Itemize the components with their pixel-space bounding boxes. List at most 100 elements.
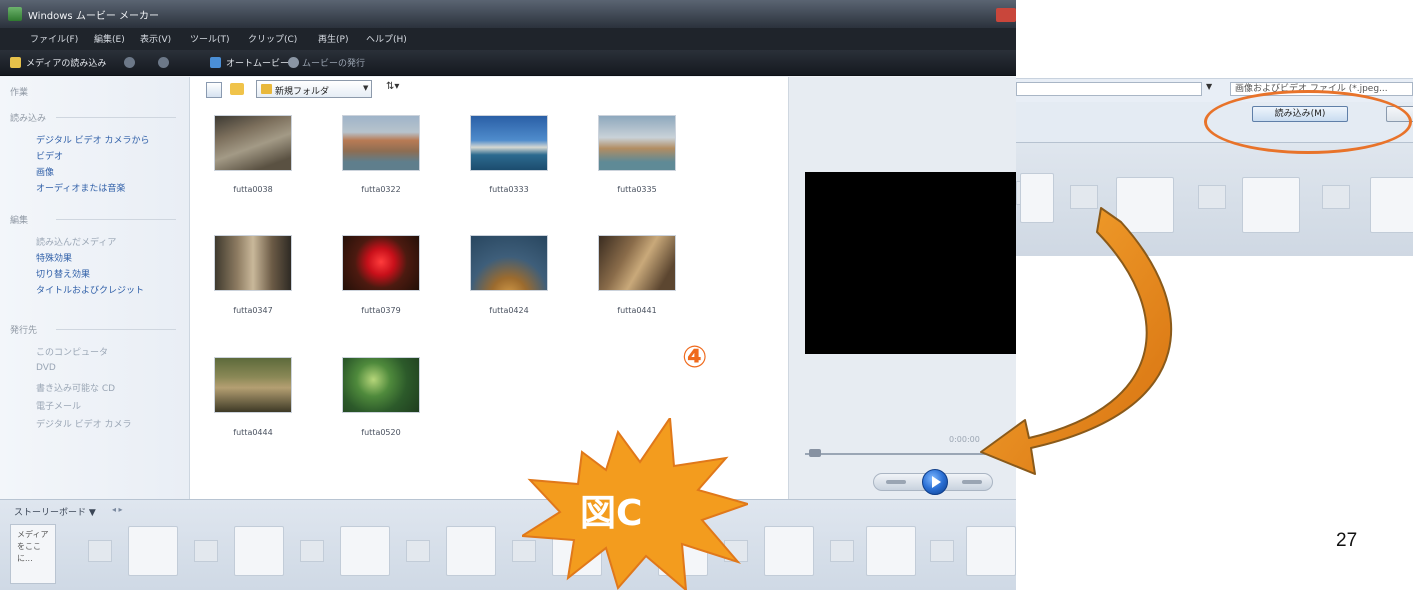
transition-slot[interactable] [88, 540, 112, 562]
tasks-header: 作業 [10, 88, 29, 98]
view-toggle-button[interactable] [206, 82, 222, 98]
sort-icon[interactable]: ⇅▾ [386, 81, 399, 92]
window-title: Windows ムービー メーカー [28, 11, 159, 22]
menu-clip[interactable]: クリップ(C) [248, 32, 297, 45]
folder-icon [261, 84, 272, 94]
media-thumbnail[interactable] [470, 115, 548, 171]
edit-section-title: 編集 [10, 216, 29, 226]
previous-frame-button[interactable] [886, 480, 906, 484]
tasks-pane: 作業 読み込み デジタル ビデオ カメラから ビデオ 画像 オーディオまたは音楽… [0, 77, 190, 499]
figure-label: 図C [580, 493, 643, 534]
menu-file[interactable]: ファイル(F) [30, 32, 78, 45]
transition-slot[interactable] [406, 540, 430, 562]
media-thumbnail[interactable] [598, 115, 676, 171]
media-thumbnail[interactable] [214, 115, 292, 171]
close-icon[interactable] [996, 8, 1016, 22]
media-thumbnail[interactable] [598, 235, 676, 291]
folder-select[interactable]: 新規フォルダ ▼ [256, 80, 372, 98]
menu-help[interactable]: ヘルプ(H) [366, 32, 407, 45]
divider [56, 219, 176, 220]
storyboard-slot[interactable] [1370, 177, 1413, 233]
task-link-cd[interactable]: 書き込み可能な CD [36, 381, 115, 394]
storyboard: ストーリーボード ▼ ◂ ▸ メディアをここに... [0, 499, 1016, 590]
storyboard-slot[interactable] [128, 526, 178, 576]
menu-tools[interactable]: ツール(T) [190, 32, 230, 45]
transition-slot[interactable] [300, 540, 324, 562]
curved-arrow [980, 207, 1173, 475]
menu-view[interactable]: 表示(V) [140, 32, 171, 45]
task-link-imported-media[interactable]: 読み込んだメディア [36, 235, 116, 248]
folder-select-label: 新規フォルダ [275, 87, 330, 97]
media-label: futta0347 [233, 306, 273, 315]
step-number: ④ [682, 340, 708, 375]
media-thumbnail[interactable] [470, 235, 548, 291]
chevron-down-icon: ▼ [363, 84, 369, 92]
menu-bar: ファイル(F) 編集(E) 表示(V) ツール(T) クリップ(C) 再生(P)… [0, 28, 1016, 50]
page-number: 27 [1336, 530, 1358, 551]
publish-movie-button[interactable]: ムービーの発行 [302, 56, 365, 69]
storyboard-slot[interactable] [866, 526, 916, 576]
auto-movie-button[interactable]: オートムービー [226, 56, 289, 69]
media-drop-zone[interactable]: メディアをここに... [10, 524, 56, 584]
storyboard-slot[interactable] [234, 526, 284, 576]
publish-icon [288, 57, 299, 68]
transition-slot[interactable] [1322, 185, 1350, 209]
publish-section-title: 発行先 [10, 326, 38, 336]
auto-movie-icon [210, 57, 221, 68]
highlight-oval [1204, 90, 1412, 154]
chevron-down-icon[interactable]: ▼ [1206, 82, 1212, 91]
media-thumbnail[interactable] [342, 115, 420, 171]
task-link-transitions[interactable]: 切り替え効果 [36, 267, 90, 280]
movie-maker-window: Windows ムービー メーカー ファイル(F) 編集(E) 表示(V) ツー… [0, 0, 1016, 590]
media-label: futta0520 [361, 428, 401, 437]
menu-edit[interactable]: 編集(E) [94, 32, 125, 45]
divider [56, 117, 176, 118]
media-label: futta0335 [617, 185, 657, 194]
play-icon [932, 476, 941, 488]
task-link-dv-camera-out[interactable]: デジタル ビデオ カメラ [36, 417, 132, 430]
task-link-images[interactable]: 画像 [36, 165, 54, 178]
play-button[interactable] [922, 469, 948, 495]
media-label: futta0424 [489, 306, 529, 315]
task-link-video[interactable]: ビデオ [36, 149, 63, 162]
import-media-button[interactable]: メディアの読み込み [26, 56, 106, 69]
storyboard-slot[interactable] [340, 526, 390, 576]
media-thumbnail[interactable] [342, 357, 420, 413]
task-link-effects[interactable]: 特殊効果 [36, 251, 72, 264]
app-icon [8, 7, 22, 21]
media-label: futta0322 [361, 185, 401, 194]
media-label: futta0038 [233, 185, 273, 194]
title-bar: Windows ムービー メーカー [0, 0, 1016, 28]
media-label: futta0333 [489, 185, 529, 194]
media-label: futta0379 [361, 306, 401, 315]
task-link-email[interactable]: 電子メール [36, 399, 81, 412]
redo-icon[interactable] [158, 57, 169, 68]
task-link-this-computer[interactable]: このコンピュータ [36, 345, 108, 358]
media-thumbnail[interactable] [342, 235, 420, 291]
transition-slot[interactable] [930, 540, 954, 562]
storyboard-slot[interactable] [764, 526, 814, 576]
storyboard-slot[interactable] [1242, 177, 1300, 233]
media-thumbnail[interactable] [214, 235, 292, 291]
transition-slot[interactable] [194, 540, 218, 562]
storyboard-slot[interactable] [446, 526, 496, 576]
inset-filename-field[interactable] [1016, 82, 1202, 96]
task-link-audio[interactable]: オーディオまたは音楽 [36, 181, 125, 194]
storyboard-slot[interactable] [966, 526, 1016, 576]
transition-slot[interactable] [830, 540, 854, 562]
menu-play[interactable]: 再生(P) [318, 32, 348, 45]
folder-icon[interactable] [230, 83, 244, 95]
task-link-dv-camera[interactable]: デジタル ビデオ カメラから [36, 133, 150, 146]
toolbar: メディアの読み込み オートムービー ムービーの発行 [0, 50, 1016, 76]
task-link-dvd[interactable]: DVD [36, 363, 56, 373]
collection-toolbar: 新規フォルダ ▼ ⇅▾ [190, 77, 788, 103]
seek-handle[interactable] [809, 449, 821, 457]
storyboard-nav-icons[interactable]: ◂ ▸ [112, 505, 123, 514]
media-label: futta0441 [617, 306, 657, 315]
task-link-titles[interactable]: タイトルおよびクレジット [36, 283, 144, 296]
media-thumbnail[interactable] [214, 357, 292, 413]
curved-arrow-path [980, 207, 1173, 475]
drop-hint: メディアをここに... [17, 530, 49, 563]
storyboard-toggle[interactable]: ストーリーボード ▼ [14, 505, 96, 518]
undo-icon[interactable] [124, 57, 135, 68]
